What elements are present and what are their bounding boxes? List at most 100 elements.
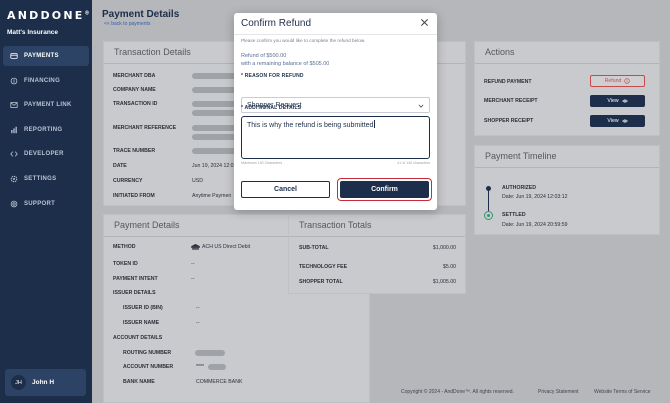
detail-label: ISSUER DETAILS [113, 290, 156, 296]
sidebar-item-label: FINANCING [24, 77, 61, 84]
confirm-button-focus-ring: Confirm [337, 178, 432, 201]
card-title: Payment Details [114, 220, 180, 230]
detail-value: USD [192, 178, 203, 184]
modal-title: Confirm Refund [241, 18, 312, 29]
privacy-link[interactable]: Privacy Statement [538, 389, 579, 395]
timeline-dot-authorized [486, 186, 491, 191]
detail-value: COMMERCE BANK [196, 379, 243, 385]
totals-value: $5.00 [443, 264, 456, 270]
support-icon [9, 199, 18, 208]
timeline-dot-settled [484, 211, 493, 220]
developer-icon [9, 150, 18, 159]
view-shopper-receipt-button[interactable]: View [590, 115, 645, 127]
blurred-value [195, 350, 225, 358]
sidebar-item-financing[interactable]: FINANCING [3, 71, 89, 91]
reason-label: * REASON FOR REFUND [241, 73, 304, 79]
sidebar-item-payments[interactable]: PAYMENTS [3, 46, 89, 66]
totals-label: TECHNOLOGY FEE [299, 264, 348, 270]
logo[interactable]: ANDDONE® [7, 9, 92, 22]
detail-label: PAYMENT INTENT [113, 276, 158, 282]
detail-label: TRANSACTION ID [113, 101, 158, 107]
detail-value: **** [196, 364, 205, 370]
sidebar-item-payment-link[interactable]: PAYMENT LINK [3, 95, 89, 115]
character-limit-hint: Maximum 140 Characters [241, 161, 283, 165]
refund-button[interactable]: Refund [590, 75, 645, 87]
back-link[interactable]: << back to payments [104, 21, 150, 27]
card-title: Actions [485, 47, 515, 57]
totals-label: SUB-TOTAL [299, 245, 329, 251]
payments-icon [9, 52, 18, 61]
sidebar-item-label: REPORTING [24, 126, 63, 133]
detail-label: INITIATED FROM [113, 193, 155, 199]
sidebar-item-label: PAYMENTS [24, 53, 59, 59]
sidebar-item-label: SUPPORT [24, 200, 56, 207]
divider [475, 63, 659, 64]
detail-label: DATE [113, 163, 127, 169]
blurred-value [192, 87, 240, 95]
blurred-value [208, 364, 226, 372]
cancel-button[interactable]: Cancel [241, 181, 330, 198]
detail-value: -- [196, 305, 200, 311]
eye-icon [621, 119, 628, 123]
eye-icon [621, 99, 628, 103]
reporting-icon [9, 125, 18, 134]
bank-icon [191, 244, 200, 252]
detail-value: -- [191, 261, 195, 267]
view-merchant-receipt-button[interactable]: View [590, 95, 645, 107]
detail-label: TRACE NUMBER [113, 148, 156, 154]
detail-value: ACH US Direct Debit [202, 244, 251, 250]
info-icon [624, 78, 631, 84]
settings-icon [9, 174, 18, 183]
chevron-down-icon [418, 104, 424, 108]
detail-value: -- [191, 276, 195, 282]
confirm-button[interactable]: Confirm [340, 181, 429, 198]
sidebar-item-developer[interactable]: DEVELOPER [3, 144, 89, 164]
additional-details-textarea[interactable]: This is why the refund is being submitte… [241, 116, 430, 159]
text-caret [374, 120, 376, 128]
divider [234, 34, 437, 35]
sidebar: ANDDONE® Matt's Insurance PAYMENTS FINAN… [0, 0, 92, 403]
sidebar-item-support[interactable]: SUPPORT [3, 194, 89, 214]
character-count: 41 of 140 characters [397, 161, 430, 165]
action-label: MERCHANT RECEIPT [484, 98, 538, 104]
modal-subtitle: Please confirm you would like to complet… [241, 38, 366, 43]
user-name: John H [32, 379, 55, 386]
detail-label: ROUTING NUMBER [123, 350, 172, 356]
refund-amount: Refund of $500.00 [241, 53, 287, 59]
card-title: Transaction Totals [299, 220, 372, 230]
detail-label: ACCOUNT DETAILS [113, 335, 163, 341]
card-title: Payment Timeline [485, 151, 557, 161]
detail-label: MERCHANT REFERENCE [113, 125, 177, 131]
terms-link[interactable]: Website Terms of Service [594, 389, 651, 395]
sidebar-item-settings[interactable]: SETTINGS [3, 169, 89, 189]
detail-label: ACCOUNT NUMBER [123, 364, 174, 370]
divider [475, 167, 659, 168]
detail-label: COMPANY NAME [113, 87, 156, 93]
details-label: * ADDITIONAL DETAILS [241, 105, 302, 111]
close-icon[interactable] [420, 18, 429, 27]
detail-value: -- [196, 320, 200, 326]
totals-value: $1,000.00 [432, 245, 456, 251]
detail-label: ISSUER ID (BIN) [123, 305, 163, 311]
org-name: Matt's Insurance [7, 29, 59, 36]
sidebar-item-reporting[interactable]: REPORTING [3, 120, 89, 140]
payment-link-icon [9, 101, 18, 110]
user-menu[interactable]: JH John H [5, 369, 86, 396]
detail-value: Jun 19, 2024 12:03 [192, 163, 237, 169]
sidebar-item-label: SETTINGS [24, 175, 57, 182]
detail-label: ISSUER NAME [123, 320, 160, 326]
financing-icon [9, 76, 18, 85]
blurred-value [192, 73, 240, 81]
card-title: Transaction Details [114, 47, 191, 57]
sidebar-item-label: PAYMENT LINK [24, 102, 72, 109]
sidebar-item-label: DEVELOPER [24, 151, 64, 158]
detail-value: Anytime Paymen [192, 193, 232, 199]
totals-label: SHOPPER TOTAL [299, 279, 343, 285]
detail-label: TOKEN ID [113, 261, 138, 267]
detail-label: CURRENCY [113, 178, 143, 184]
details-text: This is why the refund is being submitte… [247, 122, 374, 129]
confirm-refund-modal: Confirm Refund Please confirm you would … [234, 13, 437, 210]
detail-label: METHOD [113, 244, 136, 250]
avatar: JH [11, 375, 26, 390]
copyright-text: Copyright © 2024 - AndDone™. All rights … [401, 389, 514, 395]
